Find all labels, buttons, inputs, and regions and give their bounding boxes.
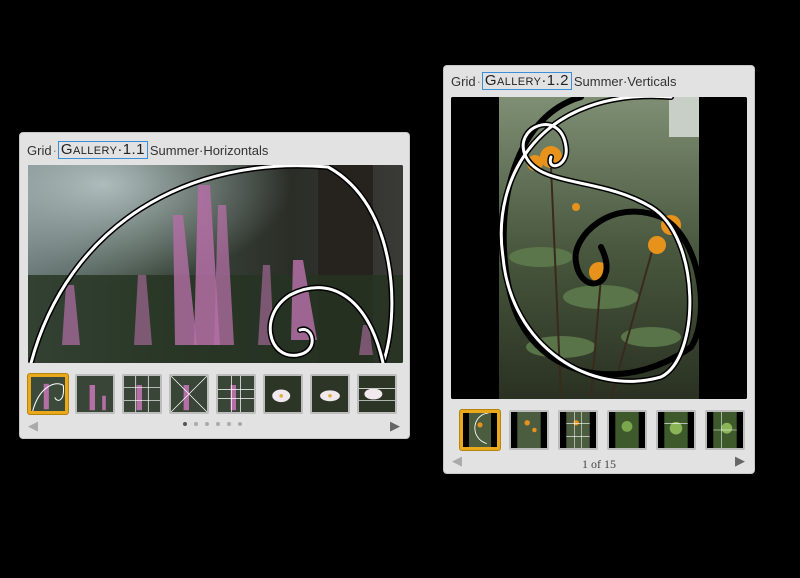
page-dot[interactable]: [227, 422, 231, 426]
panel-title: Grid · Gallery·1.1 Summer·Horizontals: [27, 141, 269, 159]
thumbnail[interactable]: [705, 410, 745, 450]
main-photo[interactable]: [28, 165, 403, 363]
page-dot[interactable]: [205, 422, 209, 426]
gallery-subtitle: Summer·Verticals: [573, 73, 677, 89]
thumbnail-strip: [28, 374, 397, 414]
title-prefix: Grid: [451, 73, 476, 89]
page-dot[interactable]: [194, 422, 198, 426]
panel-title: Grid · Gallery·1.2 Summer·Verticals: [451, 72, 677, 90]
gallery-panel-horizontals: Grid · Gallery·1.1 Summer·Horizontals ◀ …: [19, 132, 410, 439]
title-prefix: Grid: [27, 142, 52, 158]
page-dot[interactable]: [216, 422, 220, 426]
thumbnail[interactable]: [122, 374, 162, 414]
thumbnail[interactable]: [460, 410, 500, 450]
thumbnail[interactable]: [216, 374, 256, 414]
thumbnail[interactable]: [357, 374, 397, 414]
thumbnail[interactable]: [558, 410, 598, 450]
page-dots: [183, 422, 242, 426]
thumbnail[interactable]: [310, 374, 350, 414]
thumbnail-strip: [460, 410, 745, 450]
thumbnail[interactable]: [509, 410, 549, 450]
main-photo[interactable]: [451, 97, 747, 399]
arrow-right-icon[interactable]: ▶: [735, 454, 745, 467]
thumbnail[interactable]: [28, 374, 68, 414]
arrow-left-icon[interactable]: ◀: [28, 419, 38, 432]
page-dot[interactable]: [238, 422, 242, 426]
thumbnail[interactable]: [75, 374, 115, 414]
thumbnail[interactable]: [263, 374, 303, 414]
gallery-subtitle: Summer·Horizontals: [149, 142, 269, 158]
thumbnail[interactable]: [656, 410, 696, 450]
gallery-panel-verticals: Grid · Gallery·1.2 Summer·Verticals ◀ 1 …: [443, 65, 755, 474]
gallery-label-box[interactable]: Gallery·1.1: [57, 141, 148, 159]
arrow-right-icon[interactable]: ▶: [390, 419, 400, 432]
thumbnail[interactable]: [169, 374, 209, 414]
page-dot[interactable]: [183, 422, 187, 426]
page-counter: 1 of 15: [582, 457, 616, 471]
gallery-label-box[interactable]: Gallery·1.2: [481, 72, 572, 90]
thumbnail[interactable]: [607, 410, 647, 450]
